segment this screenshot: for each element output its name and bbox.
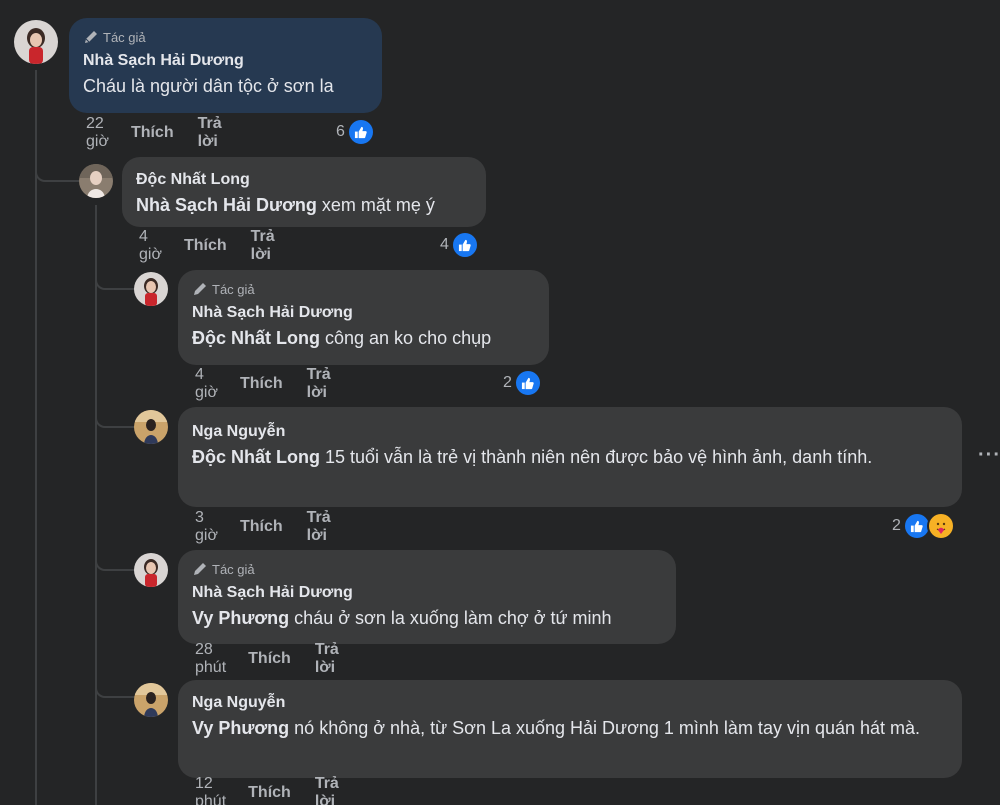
comment-text: Nhà Sạch Hải Dương xem mặt mẹ ý [136, 195, 435, 215]
comment-bubble: Tác giả Nhà Sạch Hải Dương Vy Phương chá… [178, 550, 676, 644]
reply-button[interactable]: Trả lời [315, 775, 339, 805]
avatar[interactable] [134, 683, 168, 717]
comment-actions: 12 phút Thích Trả lời [195, 775, 339, 805]
thread-connector [95, 676, 135, 698]
thread-connector [35, 150, 79, 182]
comment-thread: Tác giả Nhà Sạch Hải Dương Cháu là người… [0, 0, 1000, 805]
reaction-summary[interactable]: 4 [440, 231, 479, 259]
avatar[interactable] [134, 272, 168, 306]
like-button[interactable]: Thích [240, 518, 283, 536]
comment-time[interactable]: 28 phút [195, 641, 226, 677]
comment-bubble: Độc Nhất Long Nhà Sạch Hải Dương xem mặt… [122, 157, 486, 227]
reply-button[interactable]: Trả lời [251, 228, 275, 264]
comment-author[interactable]: Nhà Sạch Hải Dương [83, 50, 368, 72]
comment-text: Vy Phương cháu ở sơn la xuống làm chợ ở … [192, 608, 612, 628]
reaction-count: 2 [892, 517, 901, 534]
reaction-count: 2 [503, 374, 512, 391]
comment-bubble: Tác giả Nhà Sạch Hải Dương Cháu là người… [69, 18, 382, 113]
comment-text: Độc Nhất Long công an ko cho chụp [192, 328, 492, 348]
mention-link[interactable]: Vy Phương [192, 718, 289, 738]
author-badge: Tác giả [192, 280, 535, 298]
like-thumb-icon [450, 231, 479, 259]
like-thumb-icon [513, 369, 542, 397]
comment-time[interactable]: 4 giờ [195, 366, 218, 402]
mention-link[interactable]: Vy Phương [192, 608, 289, 628]
comment-actions: 3 giờ Thích Trả lời [195, 509, 331, 544]
care-hug-icon [926, 512, 955, 540]
thread-line-nested [95, 205, 97, 805]
comment-actions: 4 giờ Thích Trả lời [195, 366, 331, 401]
avatar[interactable] [134, 410, 168, 444]
comment-actions: 28 phút Thích Trả lời [195, 641, 339, 676]
reaction-summary[interactable]: 2 [503, 369, 542, 397]
comment-time[interactable]: 12 phút [195, 775, 226, 805]
reply-button[interactable]: Trả lời [198, 115, 222, 151]
comment-time[interactable]: 22 giờ [86, 115, 109, 151]
comment-time[interactable]: 4 giờ [139, 228, 162, 264]
more-options-button[interactable]: ··· [978, 444, 1000, 467]
pencil-icon [192, 561, 208, 577]
comment-author[interactable]: Độc Nhất Long [136, 169, 472, 191]
thread-connector [95, 400, 135, 428]
avatar[interactable] [79, 164, 113, 198]
reply-button[interactable]: Trả lời [307, 509, 331, 545]
mention-link[interactable]: Độc Nhất Long [192, 447, 320, 467]
avatar[interactable] [134, 553, 168, 587]
comment-bubble: Tác giả Nhà Sạch Hải Dương Độc Nhất Long… [178, 270, 549, 365]
reaction-summary[interactable]: 6 [336, 118, 375, 146]
like-button[interactable]: Thích [131, 124, 174, 142]
comment-actions: 22 giờ Thích Trả lời [86, 115, 222, 150]
reaction-summary[interactable]: 2 [892, 512, 955, 540]
mention-link[interactable]: Nhà Sạch Hải Dương [136, 195, 317, 215]
like-thumb-icon [346, 118, 375, 146]
comment-bubble: Nga Nguyễn Vy Phương nó không ở nhà, từ … [178, 680, 962, 778]
like-button[interactable]: Thích [248, 650, 291, 668]
author-badge-label: Tác giả [212, 281, 255, 297]
reaction-count: 4 [440, 236, 449, 253]
thread-connector [95, 262, 135, 290]
avatar[interactable] [14, 20, 58, 64]
like-button[interactable]: Thích [248, 784, 291, 802]
pencil-icon [192, 281, 208, 297]
like-button[interactable]: Thích [240, 375, 283, 393]
reply-button[interactable]: Trả lời [307, 366, 331, 402]
comment-text: Độc Nhất Long 15 tuổi vẫn là trẻ vị thàn… [192, 447, 873, 467]
like-button[interactable]: Thích [184, 237, 227, 255]
comment-author[interactable]: Nhà Sạch Hải Dương [192, 302, 535, 324]
author-badge-label: Tác giả [103, 29, 146, 45]
pencil-icon [83, 29, 99, 45]
comment-time[interactable]: 3 giờ [195, 509, 218, 545]
mention-link[interactable]: Độc Nhất Long [192, 328, 320, 348]
comment-bubble: Nga Nguyễn Độc Nhất Long 15 tuổi vẫn là … [178, 407, 962, 507]
comment-author[interactable]: Nga Nguyễn [192, 692, 948, 714]
author-badge: Tác giả [83, 28, 368, 46]
reaction-count: 6 [336, 123, 345, 140]
thread-connector [95, 543, 135, 571]
comment-actions: 4 giờ Thích Trả lời [139, 228, 275, 263]
comment-text: Cháu là người dân tộc ở sơn la [83, 76, 334, 96]
comment-text: Vy Phương nó không ở nhà, từ Sơn La xuốn… [192, 718, 921, 738]
author-badge: Tác giả [192, 560, 662, 578]
comment-author[interactable]: Nga Nguyễn [192, 421, 948, 443]
thread-line-main [35, 70, 37, 805]
author-badge-label: Tác giả [212, 561, 255, 577]
reply-button[interactable]: Trả lời [315, 641, 339, 677]
comment-author[interactable]: Nhà Sạch Hải Dương [192, 582, 662, 604]
